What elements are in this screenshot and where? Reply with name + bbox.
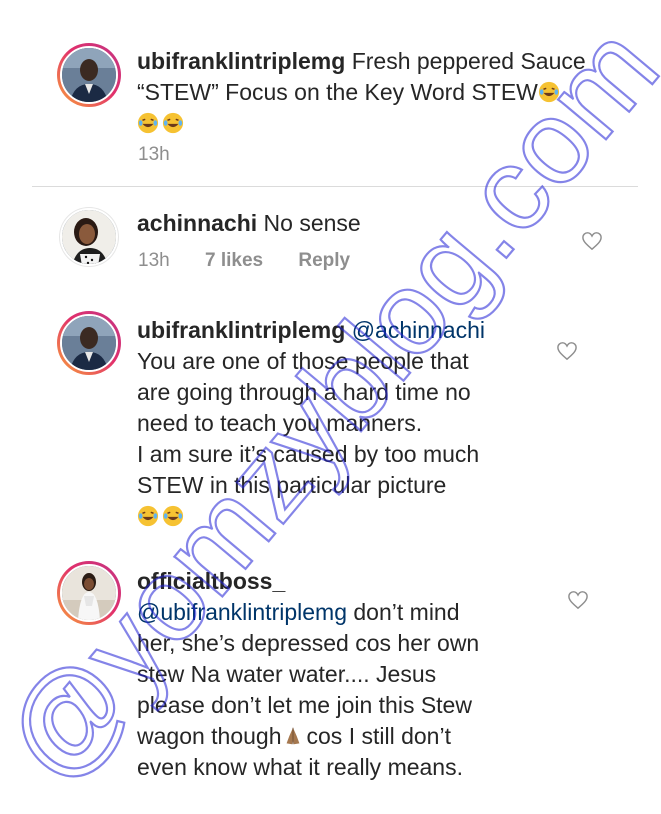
comment-username[interactable]: ubifranklintriplemg bbox=[137, 48, 345, 74]
profile-photo bbox=[60, 46, 118, 104]
comment-text-line: You are one of those people that bbox=[137, 348, 469, 374]
comment-meta: 13h 7 likes Reply bbox=[138, 250, 380, 272]
comment-text-line: I am sure it’s caused by too much bbox=[137, 441, 480, 467]
comment-text: ubifranklintriplemg Fresh peppered Sauce… bbox=[137, 46, 586, 139]
comment-text-line: even know what it really means. bbox=[137, 754, 463, 780]
comment-timestamp: 13h bbox=[138, 144, 170, 165]
likes-count-link[interactable]: 7 likes bbox=[205, 250, 263, 271]
comment-text-line: need to teach you manners. bbox=[137, 410, 423, 436]
comment-text-line: STEW in this particular picture bbox=[137, 472, 447, 498]
instagram-comments-screen: ubifranklintriplemg Fresh peppered Sauce… bbox=[0, 0, 661, 814]
profile-photo bbox=[60, 208, 118, 266]
heart-icon[interactable] bbox=[581, 231, 603, 251]
comment-text-line: “STEW” Focus on the Key Word STEW bbox=[137, 79, 538, 105]
laughing-tears-emoji-icon bbox=[162, 505, 184, 527]
comment-text-line: Fresh peppered Sauce bbox=[351, 48, 586, 74]
heart-icon[interactable] bbox=[567, 590, 589, 610]
heart-icon[interactable] bbox=[556, 341, 578, 361]
mention-link[interactable]: @ubifranklintriplemg bbox=[137, 599, 347, 625]
laughing-tears-emoji-icon bbox=[162, 112, 184, 134]
profile-photo bbox=[60, 314, 118, 372]
praying-hands-emoji-icon bbox=[286, 727, 299, 745]
avatar[interactable] bbox=[57, 43, 121, 107]
reply-button[interactable]: Reply bbox=[298, 250, 350, 271]
comment-text: ubifranklintriplemg @achinnachi You are … bbox=[137, 315, 557, 532]
avatar[interactable] bbox=[59, 207, 119, 267]
comment-timestamp: 13h bbox=[138, 250, 170, 271]
comment-username[interactable]: ubifranklintriplemg bbox=[137, 317, 345, 343]
comment-text: achinnachi No sense bbox=[137, 208, 557, 239]
mention-link[interactable]: @achinnachi bbox=[352, 317, 485, 343]
avatar[interactable] bbox=[57, 561, 121, 625]
comment-username[interactable]: officialtboss_ bbox=[137, 568, 285, 594]
comment-text-line: are going through a hard time no bbox=[137, 379, 471, 405]
laughing-tears-emoji-icon bbox=[137, 505, 159, 527]
comment-username[interactable]: achinnachi bbox=[137, 210, 257, 236]
comment-text-line: stew Na water water.... Jesus bbox=[137, 661, 437, 687]
comment-text-line: No sense bbox=[263, 210, 361, 236]
comment-text-line: don’t mind bbox=[353, 599, 460, 625]
comment-text-line: wagon though bbox=[137, 723, 282, 749]
comment-text: officialtboss_ @ubifranklintriplemg don’… bbox=[137, 566, 557, 783]
laughing-tears-emoji-icon bbox=[538, 81, 559, 103]
profile-photo bbox=[60, 564, 118, 622]
comment-text-line: cos I still don’t bbox=[306, 723, 451, 749]
divider bbox=[32, 186, 638, 187]
comment-text-line: please don’t let me join this Stew bbox=[137, 692, 472, 718]
comment-text-line: her, she’s depressed cos her own bbox=[137, 630, 480, 656]
avatar[interactable] bbox=[57, 311, 121, 375]
laughing-tears-emoji-icon bbox=[137, 112, 159, 134]
comment-meta: 13h bbox=[138, 144, 200, 166]
